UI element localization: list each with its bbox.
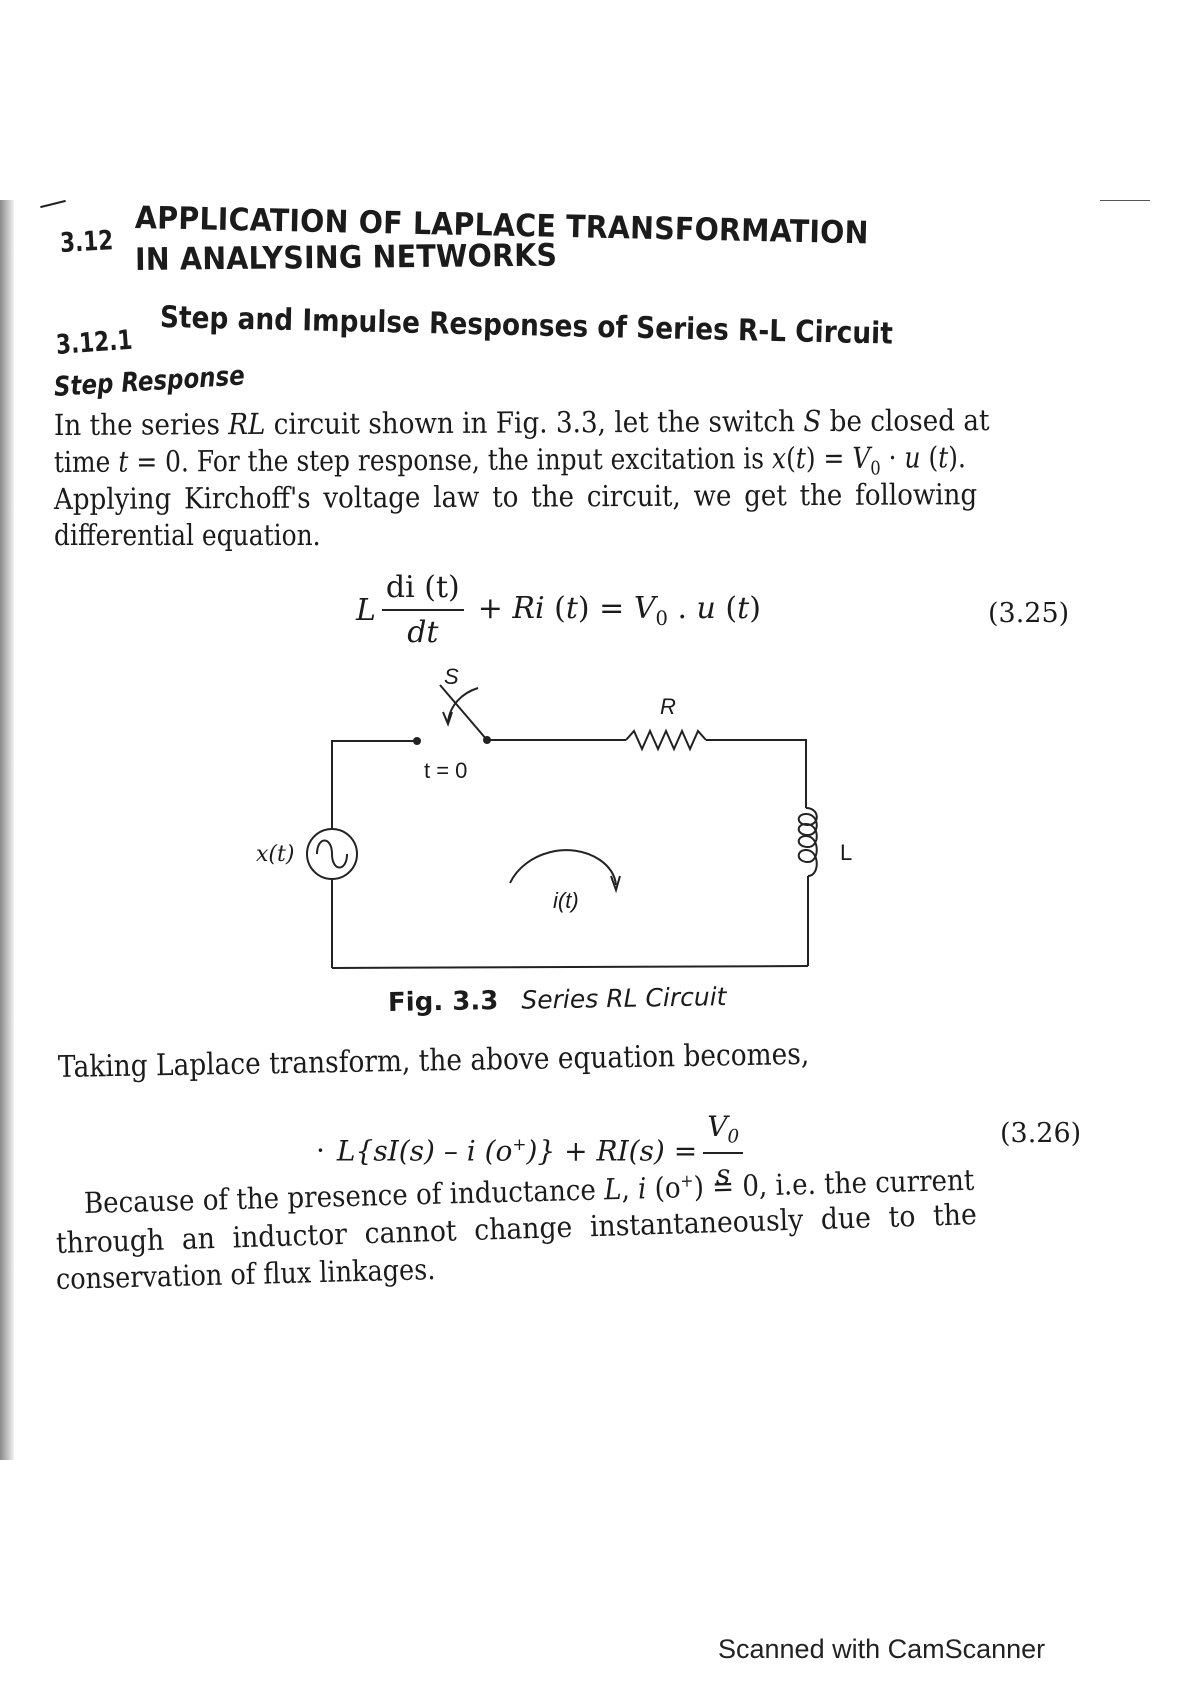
ac-source-sine bbox=[316, 839, 348, 869]
wire-resistor-to-inductor bbox=[706, 739, 807, 808]
resistor-label: R bbox=[660, 694, 676, 719]
equation-number-3-26: (3.26) bbox=[1000, 1118, 1082, 1149]
switch-terminal-right bbox=[483, 736, 491, 744]
resistor-symbol bbox=[625, 728, 707, 752]
switch-terminal-left bbox=[413, 737, 421, 745]
switch-arrow bbox=[447, 687, 479, 723]
figure-caption: Fig. 3.3 Series RL Circuit bbox=[388, 982, 727, 1018]
camscanner-watermark: Scanned with CamScanner bbox=[718, 1634, 1046, 1664]
current-direction-arc bbox=[509, 849, 617, 886]
wire-bottom bbox=[331, 965, 809, 969]
switch-time-label: t = 0 bbox=[424, 758, 468, 783]
figure-caption-text: Series RL Circuit bbox=[521, 982, 727, 1015]
current-label: i(t) bbox=[553, 888, 579, 913]
inductor-symbol bbox=[797, 807, 818, 877]
inductor-label: L bbox=[840, 840, 853, 865]
figure-caption-number: Fig. 3.3 bbox=[387, 986, 499, 1018]
switch-arrowhead bbox=[442, 711, 453, 727]
source-label: x(t) bbox=[256, 842, 295, 867]
switch-blade bbox=[439, 684, 488, 741]
switch-label: S bbox=[444, 664, 459, 689]
wire-top-left bbox=[331, 740, 417, 742]
paragraph-line: conservation of flux linkages. bbox=[55, 1252, 436, 1296]
series-rl-circuit-diagram bbox=[306, 684, 818, 969]
eq-lhs: L{sI(s) – i (o+)} + RI(s) = bbox=[336, 1133, 698, 1167]
